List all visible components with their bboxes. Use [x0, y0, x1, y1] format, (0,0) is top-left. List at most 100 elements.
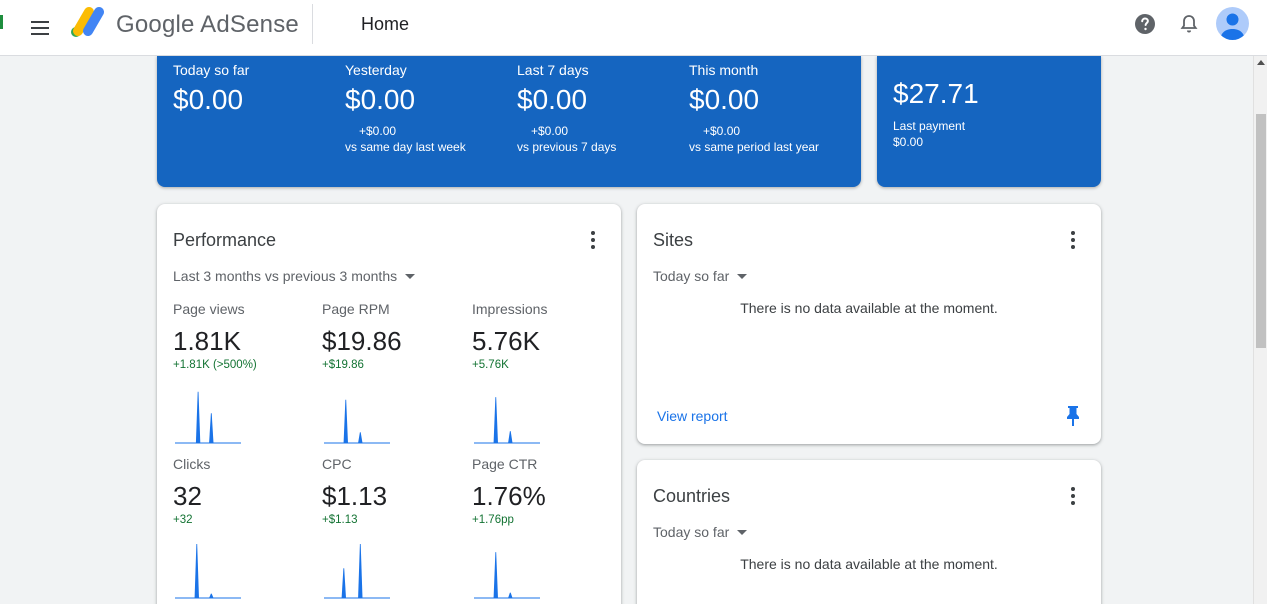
- brand-name[interactable]: Google AdSense: [116, 11, 299, 39]
- earnings-comparison: vs previous 7 days: [517, 140, 617, 154]
- sites-title: Sites: [653, 230, 694, 250]
- performance-more-options-icon[interactable]: [585, 231, 601, 249]
- header-divider: [312, 4, 313, 44]
- sparkline-spike: [209, 413, 214, 443]
- sparkline-spike: [358, 544, 363, 598]
- metric-label: Impressions: [472, 301, 548, 317]
- person-icon: [1220, 13, 1245, 40]
- sites-card: Sites Today so far There is no data avai…: [637, 204, 1101, 444]
- sites-empty-message: There is no data available at the moment…: [740, 300, 998, 316]
- scroll-up-arrow-icon[interactable]: [1257, 60, 1265, 65]
- sparkline-spike: [194, 544, 199, 598]
- sparkline-spike: [343, 399, 348, 443]
- performance-card: Performance Last 3 months vs previous 3 …: [157, 204, 621, 604]
- account-avatar[interactable]: [1216, 7, 1249, 40]
- earnings-today: Today so far $0.00: [173, 62, 343, 116]
- date-range-label: Today so far: [653, 524, 730, 540]
- last-payment-value: $0.00: [893, 135, 924, 149]
- top-app-bar: Google AdSense Home: [0, 0, 1267, 56]
- main-menu-button[interactable]: [24, 12, 56, 44]
- countries-empty-message: There is no data available at the moment…: [740, 556, 998, 572]
- sparkline-chart: [324, 544, 390, 599]
- sparkline-chart: [175, 544, 241, 599]
- sparkline-chart: [324, 399, 390, 444]
- metric-delta: +1.76pp: [472, 514, 514, 526]
- performance-title: Performance: [173, 230, 277, 250]
- pin-icon[interactable]: [1065, 405, 1081, 427]
- payments-card[interactable]: $27.71 Last payment $0.00: [877, 56, 1101, 187]
- metric-cpc[interactable]: CPC $1.13 +$1.13: [322, 456, 462, 599]
- earnings-value: $0.00: [517, 84, 588, 115]
- sparkline-spike: [195, 391, 201, 443]
- earnings-this-month: This month $0.00 +$0.00 vs same period l…: [689, 62, 859, 154]
- sparkline-spike: [508, 592, 513, 598]
- metric-label: Page RPM: [322, 301, 390, 317]
- metric-value: 1.81K: [173, 326, 241, 356]
- earnings-value: $0.00: [689, 84, 760, 115]
- metric-page-rpm[interactable]: Page RPM $19.86 +$19.86: [322, 301, 462, 444]
- earnings-value: $0.00: [173, 84, 244, 115]
- sites-more-options-icon[interactable]: [1065, 231, 1081, 249]
- countries-card: Countries Today so far There is no data …: [637, 460, 1101, 604]
- page-title: Home: [361, 14, 410, 34]
- view-report-link[interactable]: View report: [657, 408, 728, 424]
- metric-value: $1.13: [322, 481, 388, 511]
- earnings-label: Yesterday: [345, 62, 407, 78]
- adsense-logo-icon[interactable]: [70, 6, 106, 38]
- date-range-label: Last 3 months vs previous 3 months: [173, 268, 398, 284]
- scrollbar-thumb[interactable]: [1256, 114, 1266, 348]
- metric-impressions[interactable]: Impressions 5.76K +5.76K: [472, 301, 612, 444]
- metric-value: 1.76%: [472, 481, 546, 511]
- metric-clicks[interactable]: Clicks 32 +32: [173, 456, 313, 599]
- sparkline-spike: [209, 593, 214, 598]
- page-scrollbar[interactable]: [1253, 56, 1267, 604]
- metric-label: CPC: [322, 456, 352, 472]
- countries-more-options-icon[interactable]: [1065, 487, 1081, 505]
- metric-delta: +$1.13: [322, 514, 358, 526]
- sparkline-chart: [175, 391, 241, 444]
- earnings-delta: +$0.00: [531, 124, 569, 138]
- metric-label: Clicks: [173, 456, 211, 472]
- earnings-summary-card: Today so far $0.00 Yesterday $0.00 +$0.0…: [157, 56, 861, 187]
- metric-value: 5.76K: [472, 326, 540, 356]
- sites-date-range-dropdown[interactable]: Today so far: [653, 268, 748, 284]
- countries-title: Countries: [653, 486, 731, 506]
- metric-value: $19.86: [322, 326, 402, 356]
- earnings-label: Today so far: [173, 62, 250, 78]
- menu-icon-bar: [31, 27, 49, 29]
- menu-icon-bar: [31, 33, 49, 35]
- earnings-comparison: vs same period last year: [689, 140, 820, 154]
- last-payment-label: Last payment: [893, 119, 966, 133]
- metric-delta: +1.81K (>500%): [173, 359, 257, 371]
- earnings-delta: +$0.00: [703, 124, 741, 138]
- earnings-yesterday: Yesterday $0.00 +$0.00 vs same day last …: [345, 62, 515, 154]
- sparkline-spike: [358, 432, 363, 443]
- earnings-comparison: vs same day last week: [345, 140, 466, 154]
- earnings-last-7-days: Last 7 days $0.00 +$0.00 vs previous 7 d…: [517, 62, 687, 154]
- sparkline-spike: [493, 397, 498, 443]
- performance-date-range-dropdown[interactable]: Last 3 months vs previous 3 months: [173, 268, 416, 284]
- metric-page-ctr[interactable]: Page CTR 1.76% +1.76pp: [472, 456, 612, 599]
- sparkline-spike: [493, 552, 498, 598]
- metric-label: Page CTR: [472, 456, 538, 472]
- earnings-label: This month: [689, 62, 759, 78]
- sparkline-spike: [341, 568, 346, 598]
- earnings-label: Last 7 days: [517, 62, 589, 78]
- balance-value: $27.71: [893, 78, 979, 109]
- earnings-value: $0.00: [345, 84, 416, 115]
- date-range-label: Today so far: [653, 268, 730, 284]
- metric-page-views[interactable]: Page views 1.81K +1.81K (>500%): [173, 301, 313, 444]
- earnings-delta: +$0.00: [359, 124, 397, 138]
- metric-value: 32: [173, 481, 202, 511]
- help-icon[interactable]: [1133, 12, 1157, 36]
- menu-icon: [31, 21, 49, 23]
- metric-delta: +32: [173, 514, 193, 526]
- countries-date-range-dropdown[interactable]: Today so far: [653, 524, 748, 540]
- metric-delta: +5.76K: [472, 359, 509, 371]
- sparkline-chart: [474, 397, 540, 444]
- notifications-icon[interactable]: [1177, 12, 1201, 36]
- sparkline-spike: [508, 431, 513, 443]
- dropdown-arrow-icon: [737, 529, 748, 535]
- window-edge-marker: [0, 15, 3, 29]
- sparkline-chart: [474, 552, 540, 599]
